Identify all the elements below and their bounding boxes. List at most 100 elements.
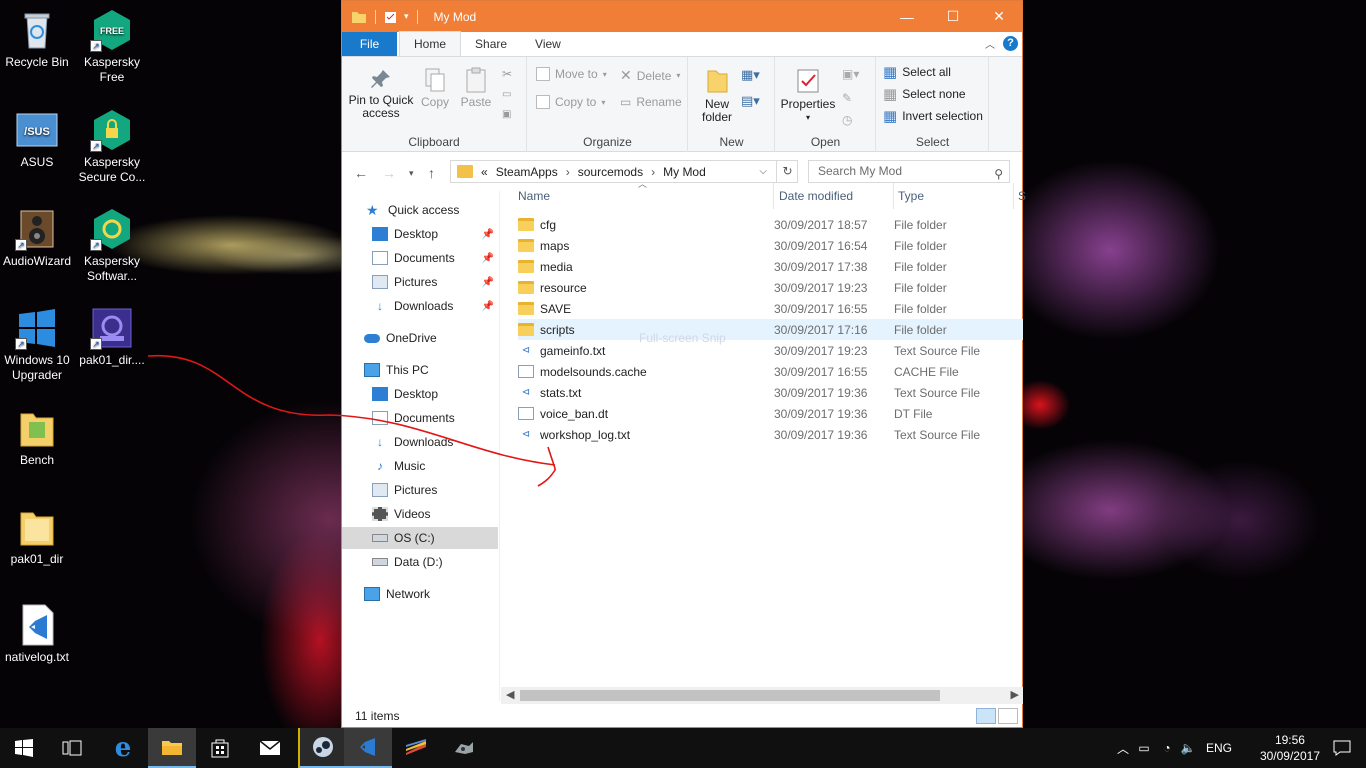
select-all-icon: ▦: [883, 64, 898, 81]
scrollbar-thumb[interactable]: [520, 690, 940, 701]
system-tray: ︿ ▭ ◔ 🔈 ENG: [1114, 728, 1232, 768]
horizontal-scrollbar[interactable]: ◀ ▶: [501, 687, 1023, 704]
file-date: 30/09/2017 17:38: [774, 259, 868, 274]
new-folder-button[interactable]: New folder: [699, 67, 735, 124]
file-date: 30/09/2017 16:55: [774, 301, 868, 316]
file-type: CACHE File: [894, 364, 959, 379]
file-type: File folder: [894, 280, 947, 295]
column-header-date[interactable]: Date modified: [779, 189, 853, 203]
details-view-icon[interactable]: [976, 708, 996, 724]
select-none-label: Select none: [902, 87, 966, 101]
wifi-icon[interactable]: ◔: [1156, 741, 1178, 755]
clock-date: 30/09/2017: [1259, 749, 1320, 763]
network-icon: [364, 587, 380, 601]
minimize-button[interactable]: —: [884, 1, 930, 32]
language-indicator[interactable]: ENG: [1206, 741, 1232, 755]
file-date: 30/09/2017 19:36: [774, 406, 868, 421]
column-header-type[interactable]: Type: [898, 189, 924, 203]
steam-icon[interactable]: [298, 728, 346, 768]
file-date: 30/09/2017 18:57: [774, 217, 868, 232]
select-all-button[interactable]: ▦ Select all: [883, 63, 951, 81]
battery-icon[interactable]: ▭: [1132, 741, 1156, 755]
file-type: File folder: [894, 217, 947, 232]
select-none-icon: ▦: [883, 86, 898, 103]
file-type: Text Source File: [894, 427, 981, 442]
history-icon[interactable]: ◷: [842, 113, 852, 127]
vscode-icon: [15, 603, 59, 647]
file-date: 30/09/2017 19:36: [774, 427, 868, 442]
desktop-icon-pak01-dir[interactable]: pak01_dir: [1, 505, 73, 567]
large-icons-view-icon[interactable]: [998, 708, 1018, 724]
close-button[interactable]: ✕: [976, 1, 1022, 32]
desktop-icon-label: pak01_dir: [10, 552, 64, 566]
maximize-button[interactable]: ☐: [930, 1, 976, 32]
new-item-icon[interactable]: ▦▾: [741, 67, 760, 83]
new-group: New folder ▦▾ ▤▾ New: [689, 57, 775, 152]
videos-icon: [372, 507, 388, 521]
red-annotation-arrow: [147, 354, 556, 487]
file-date: 30/09/2017 19:23: [774, 343, 868, 358]
item-count: 11 items: [355, 709, 400, 723]
mail-icon[interactable]: [246, 728, 294, 768]
file-type: File folder: [894, 301, 947, 316]
winrar-icon[interactable]: [392, 728, 440, 768]
column-divider[interactable]: [1013, 183, 1014, 209]
nav-label: Videos: [394, 507, 431, 521]
column-divider[interactable]: [893, 183, 894, 209]
status-bar: 11 items: [342, 705, 1022, 727]
file-date: 30/09/2017 16:55: [774, 364, 868, 379]
collapse-ribbon-icon[interactable]: ︿: [985, 36, 995, 51]
desktop-icon-label: nativelog.txt: [4, 650, 70, 664]
nav-label: Data (D:): [394, 555, 443, 569]
new-group-label: New: [719, 135, 744, 149]
taskbar: e ︿ ▭ ◔ 🔈 ENG 19:56 30/09/2017: [0, 728, 1366, 768]
scroll-left-icon[interactable]: ◀: [506, 688, 514, 701]
file-type: File folder: [894, 259, 947, 274]
scroll-right-icon[interactable]: ▶: [1011, 688, 1019, 701]
task-view-icon[interactable]: [48, 728, 96, 768]
new-folder-icon: [707, 70, 728, 93]
clock[interactable]: 19:56 30/09/2017: [1260, 732, 1320, 764]
file-type: Text Source File: [894, 385, 981, 400]
file-date: 30/09/2017 16:54: [774, 238, 868, 253]
volume-icon[interactable]: 🔈: [1178, 741, 1198, 755]
search-placeholder: Search My Mod: [818, 164, 903, 178]
nav-pc-os-c[interactable]: OS (C:): [342, 527, 498, 549]
select-none-button[interactable]: ▦ Select none: [883, 85, 966, 103]
help-button[interactable]: ?: [1003, 36, 1018, 51]
address-dropdown-icon[interactable]: ⌵: [759, 166, 767, 177]
select-group: ▦ Select all ▦ Select none ▦ Invert selecti…: [877, 57, 989, 152]
open-group: Properties ▾ ▣▾ ✎ ◷ Open: [776, 57, 876, 152]
column-divider[interactable]: [773, 183, 774, 209]
search-input[interactable]: Search My Mod ⚲: [808, 160, 1010, 183]
file-explorer-icon[interactable]: [148, 728, 196, 768]
store-icon[interactable]: [196, 728, 244, 768]
refresh-icon[interactable]: ↻: [776, 160, 798, 183]
properties-button[interactable]: Properties ▾: [780, 67, 836, 124]
invert-selection-icon: ▦: [883, 108, 898, 125]
select-group-label: Select: [915, 135, 950, 149]
vscode-icon[interactable]: [344, 728, 392, 768]
open-icon[interactable]: ▣▾: [842, 67, 859, 81]
file-type: File folder: [894, 238, 947, 253]
file-date: 30/09/2017 19:36: [774, 385, 868, 400]
folder-icon: [15, 505, 59, 549]
nav-pc-videos[interactable]: Videos: [342, 503, 498, 525]
invert-selection-button[interactable]: ▦ Invert selection: [883, 107, 983, 125]
nav-network[interactable]: Network: [342, 583, 498, 605]
edit-icon[interactable]: ✎: [842, 91, 852, 105]
start-icon[interactable]: [0, 728, 48, 768]
game-icon[interactable]: [440, 728, 488, 768]
desktop-wallpaper: Recycle Bin FREE ↗ Kaspersky Free /SUS A…: [0, 0, 1366, 728]
column-header-size[interactable]: S: [1018, 189, 1026, 203]
open-group-label: Open: [810, 135, 841, 149]
nav-pc-data-d[interactable]: Data (D:): [342, 551, 498, 573]
edge-icon[interactable]: e: [99, 728, 147, 768]
action-center-icon[interactable]: [1318, 728, 1366, 768]
new-folder-label: New folder: [701, 97, 733, 124]
desktop-icon-nativelog[interactable]: nativelog.txt: [1, 603, 73, 665]
easy-access-icon[interactable]: ▤▾: [741, 93, 760, 109]
file-type: Text Source File: [894, 343, 981, 358]
properties-label: Properties: [780, 97, 836, 111]
chevron-up-icon[interactable]: ︿: [1114, 740, 1132, 757]
